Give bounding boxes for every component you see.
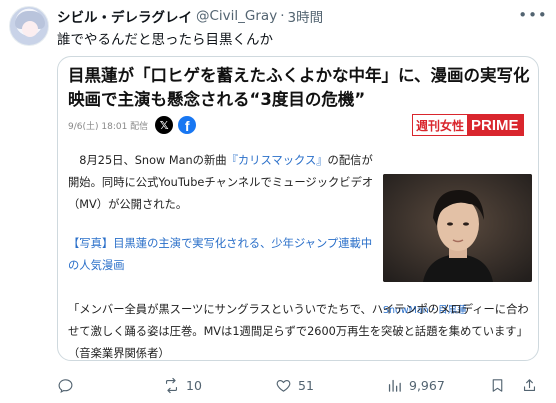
retweet-icon bbox=[165, 377, 178, 393]
article-meta: 9/6(土) 18:01 配信 𝕏 f bbox=[68, 116, 197, 134]
tweet-time[interactable]: 3時間 bbox=[288, 6, 324, 26]
retweet-button[interactable]: 10 bbox=[163, 374, 202, 396]
publisher-logo-part2: PRIME bbox=[467, 115, 523, 135]
bookmark-button[interactable] bbox=[489, 374, 506, 396]
facebook-icon[interactable]: f bbox=[178, 116, 197, 134]
portrait-image bbox=[383, 174, 532, 282]
reply-icon bbox=[58, 378, 73, 393]
article-photo[interactable] bbox=[383, 174, 532, 282]
share-icon bbox=[523, 378, 536, 391]
author-handle[interactable]: @Civil_Gray bbox=[196, 8, 277, 24]
author-name[interactable]: シビル・デレラグレイ bbox=[57, 6, 192, 26]
article-date: 9/6(土) 18:01 配信 bbox=[68, 121, 149, 132]
views-count: 9,967 bbox=[409, 377, 445, 393]
tweet-text: 誰でやるんだと思ったら目黒くんか bbox=[57, 32, 273, 48]
publisher-logo: 週刊女性 PRIME bbox=[412, 114, 524, 136]
bookmark-icon bbox=[492, 378, 503, 392]
avatar[interactable] bbox=[9, 6, 49, 46]
views-icon bbox=[388, 379, 401, 392]
retweet-count: 10 bbox=[186, 377, 202, 393]
share-button[interactable] bbox=[521, 374, 538, 396]
like-button[interactable]: 51 bbox=[275, 374, 314, 396]
heart-icon bbox=[276, 379, 291, 392]
publisher-logo-part1: 週刊女性 bbox=[413, 115, 468, 135]
article-quote: 「メンバー全員が黒スーツにサングラスといういでたちで、ハイテンポのメロディーに合… bbox=[68, 303, 529, 360]
article-paragraph: 8月25日、Snow Manの新曲『カリスマックス』の配信が開始。同時に公式Yo… bbox=[68, 150, 380, 216]
ellipsis-icon[interactable]: ••• bbox=[518, 5, 547, 25]
header-separator: · bbox=[280, 8, 285, 24]
like-count: 51 bbox=[298, 377, 314, 393]
paragraph-prefix: 8月25日、Snow Manの新曲 bbox=[79, 154, 227, 167]
song-title-link[interactable]: 『カリスマックス』 bbox=[227, 154, 328, 167]
x-icon[interactable]: 𝕏 bbox=[155, 116, 174, 134]
article-title[interactable]: 目黒蓮が「口ヒゲを蓄えたふくよかな中年」に、漫画の実写化映画で主演も懸念される“… bbox=[68, 64, 530, 112]
reply-button[interactable] bbox=[57, 374, 80, 396]
article-card[interactable]: 目黒蓮が「口ヒゲを蓄えたふくよかな中年」に、漫画の実写化映画で主演も懸念される“… bbox=[57, 56, 539, 361]
tweet-actions: 10 51 9,967 bbox=[57, 374, 539, 396]
photo-link[interactable]: 【写真】目黒蓮の主演で実写化される、少年ジャンプ連載中の人気漫画 bbox=[68, 233, 380, 277]
avatar-face bbox=[22, 21, 38, 37]
tweet-header: シビル・デレラグレイ @Civil_Gray · 3時間 bbox=[57, 6, 323, 26]
views-button[interactable]: 9,967 bbox=[386, 374, 445, 396]
